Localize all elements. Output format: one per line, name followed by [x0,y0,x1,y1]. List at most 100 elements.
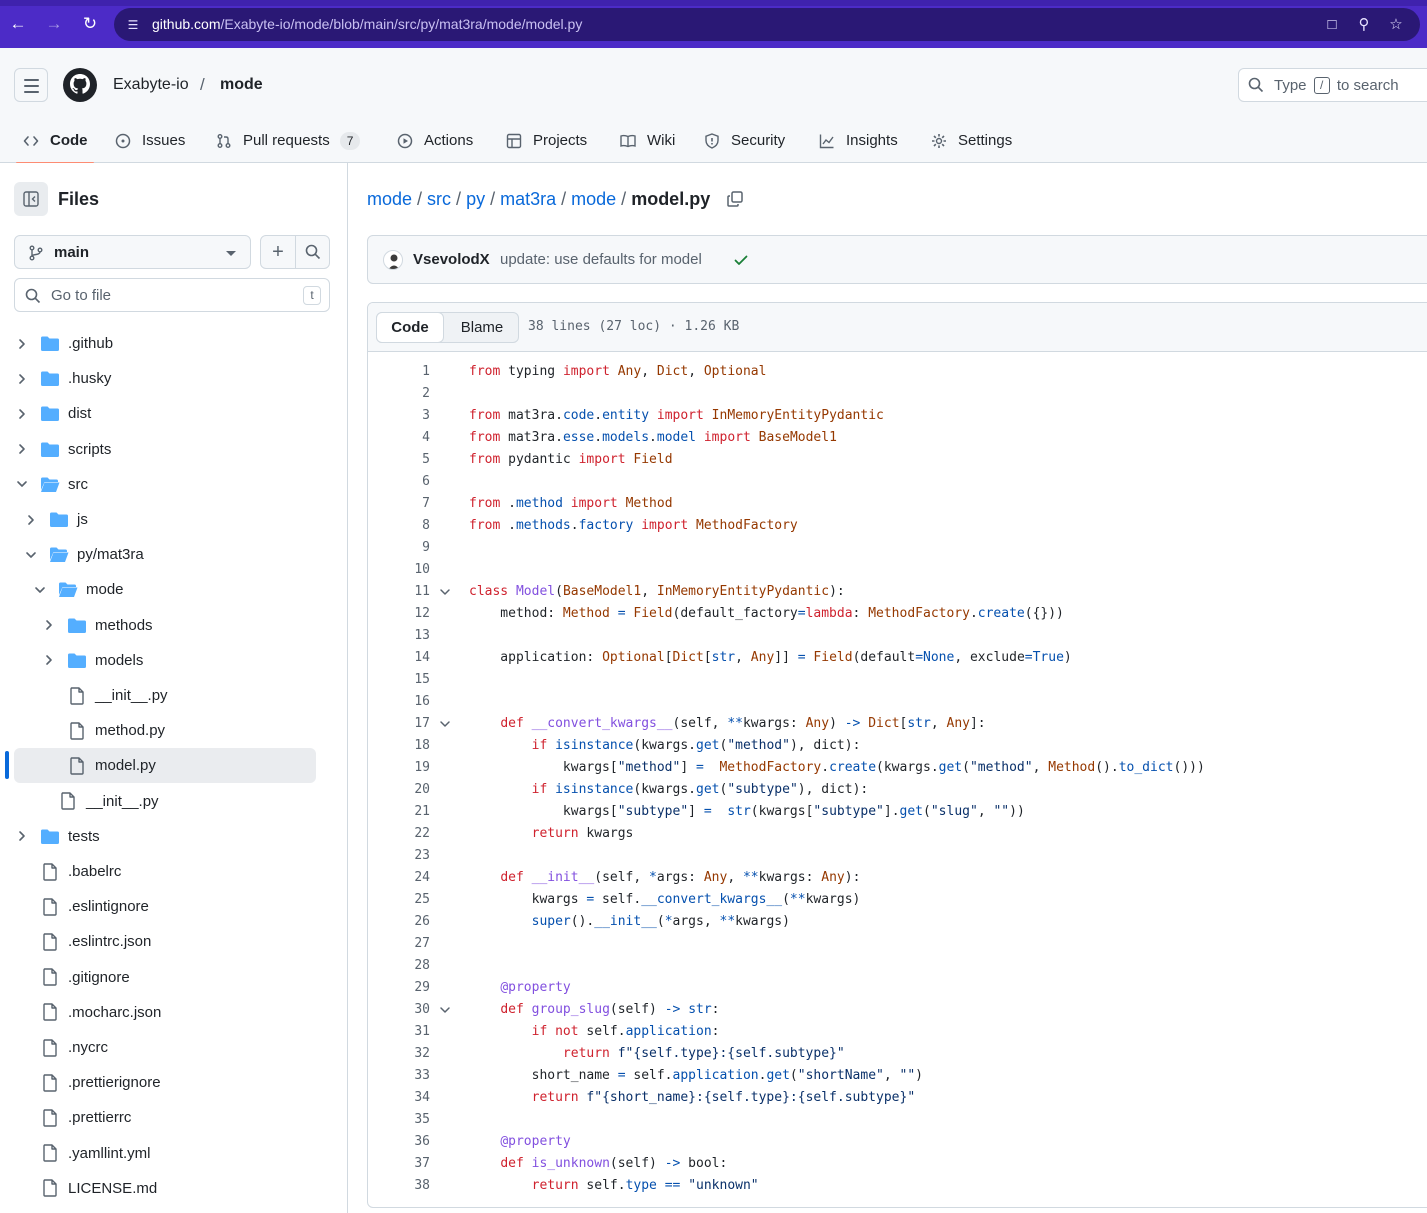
bookmark-star-icon[interactable]: ☆ [1386,15,1406,35]
breadcrumb-link[interactable]: src [427,189,451,209]
tree-file-item[interactable]: method.py [14,713,316,748]
tab-insights[interactable]: Insights [818,118,898,163]
line-number[interactable]: 13 [368,625,430,647]
code-view-button[interactable]: Code [376,312,444,343]
copy-path-icon[interactable] [726,190,744,208]
tab-pull-requests[interactable]: Pull requests 7 [215,118,361,163]
line-number[interactable]: 15 [368,669,430,691]
line-number[interactable]: 16 [368,691,430,713]
line-number[interactable]: 4 [368,427,430,449]
line-number[interactable]: 26 [368,911,430,933]
chevron-right-icon[interactable] [14,336,30,352]
address-bar[interactable]: ☰ github.com/Exabyte-io/mode/blob/main/s… [114,8,1420,41]
line-number[interactable]: 21 [368,801,430,823]
breadcrumb-link[interactable]: mat3ra [500,189,556,209]
tree-folder-item[interactable]: methods [14,608,316,643]
chevron-down-icon[interactable] [23,547,39,563]
tree-file-item[interactable]: .gitignore [14,960,316,995]
tree-file-item[interactable]: .prettierignore [14,1065,316,1100]
tree-file-item[interactable]: LICENSE.md [14,1171,316,1206]
repo-name-link[interactable]: mode [220,76,263,94]
chevron-right-icon[interactable] [23,512,39,528]
tree-folder-item[interactable]: src [14,467,316,502]
collapse-sidebar-button[interactable] [14,182,48,216]
global-search-button[interactable]: Type / to search [1238,68,1427,102]
line-number[interactable]: 7 [368,493,430,515]
line-number[interactable]: 29 [368,977,430,999]
line-number[interactable]: 18 [368,735,430,757]
line-number[interactable]: 28 [368,955,430,977]
line-number[interactable]: 35 [368,1109,430,1131]
reload-icon[interactable]: ↻ [80,14,100,34]
line-number[interactable]: 30 [368,999,430,1021]
fold-chevron-icon[interactable] [438,585,452,599]
tree-folder-item[interactable]: py/mat3ra [14,537,316,572]
chevron-down-icon[interactable] [32,582,48,598]
tab-code[interactable]: Code [16,118,93,164]
line-number[interactable]: 36 [368,1131,430,1153]
tree-folder-item[interactable]: .github [14,326,316,361]
chevron-right-icon[interactable] [41,617,57,633]
chevron-right-icon[interactable] [14,406,30,422]
tree-folder-item[interactable]: .husky [14,361,316,396]
line-number[interactable]: 5 [368,449,430,471]
forward-arrow-icon[interactable]: → [44,14,64,34]
tree-file-item[interactable]: .yamllint.yml [14,1136,316,1171]
add-file-button[interactable]: + [261,236,295,268]
install-app-icon[interactable]: □ [1322,15,1342,35]
address-url[interactable]: github.com/Exabyte-io/mode/blob/main/src… [152,16,582,32]
search-files-button[interactable] [296,236,330,268]
line-number[interactable]: 32 [368,1043,430,1065]
line-number[interactable]: 9 [368,537,430,559]
line-number[interactable]: 27 [368,933,430,955]
tree-folder-item[interactable]: tests [14,819,316,854]
back-arrow-icon[interactable]: ← [8,14,28,34]
tree-file-item[interactable]: .mocharc.json [14,995,316,1030]
chevron-down-icon[interactable] [14,476,30,492]
tree-file-item[interactable]: .babelrc [14,854,316,889]
tree-folder-item[interactable]: scripts [14,432,316,467]
line-number[interactable]: 33 [368,1065,430,1087]
check-icon[interactable] [733,252,749,268]
tab-projects[interactable]: Projects [505,118,587,163]
tree-folder-item[interactable]: models [14,643,316,678]
line-number[interactable]: 10 [368,559,430,581]
tab-issues[interactable]: Issues [114,118,185,163]
chevron-right-icon[interactable] [41,652,57,668]
line-number[interactable]: 17 [368,713,430,735]
chevron-right-icon[interactable] [14,441,30,457]
tree-file-item[interactable]: .prettierrc [14,1100,316,1135]
tab-wiki[interactable]: Wiki [619,118,675,163]
breadcrumb-link[interactable]: mode [367,189,412,209]
menu-button[interactable] [14,68,48,102]
line-number[interactable]: 38 [368,1175,430,1197]
line-number[interactable]: 8 [368,515,430,537]
line-number[interactable]: 12 [368,603,430,625]
tab-security[interactable]: Security [703,118,785,163]
branch-selector[interactable]: main [14,235,251,269]
breadcrumb-link[interactable]: py [466,189,485,209]
chevron-right-icon[interactable] [14,828,30,844]
tab-actions[interactable]: Actions [396,118,473,163]
tree-folder-item[interactable]: js [14,502,316,537]
github-logo-icon[interactable] [63,68,97,102]
zoom-icon[interactable]: ⚲ [1354,15,1374,35]
tree-file-item[interactable]: model.py [14,748,316,784]
tree-file-item[interactable]: .eslintignore [14,889,316,924]
tree-folder-item[interactable]: mode [14,572,316,607]
fold-chevron-icon[interactable] [438,717,452,731]
line-number[interactable]: 25 [368,889,430,911]
go-to-file-input[interactable]: Go to file t [14,278,330,312]
tree-file-item[interactable]: .nycrc [14,1030,316,1065]
line-number[interactable]: 11 [368,581,430,603]
fold-chevron-icon[interactable] [438,1003,452,1017]
breadcrumb-link[interactable]: mode [571,189,616,209]
tree-file-item[interactable]: .eslintrc.json [14,924,316,959]
line-number[interactable]: 2 [368,383,430,405]
blame-view-button[interactable]: Blame [445,312,519,343]
tree-folder-item[interactable]: dist [14,396,316,431]
line-number[interactable]: 24 [368,867,430,889]
line-number[interactable]: 14 [368,647,430,669]
site-settings-icon[interactable]: ☰ [124,16,142,34]
commit-message-link[interactable]: update: use defaults for model [500,251,702,268]
